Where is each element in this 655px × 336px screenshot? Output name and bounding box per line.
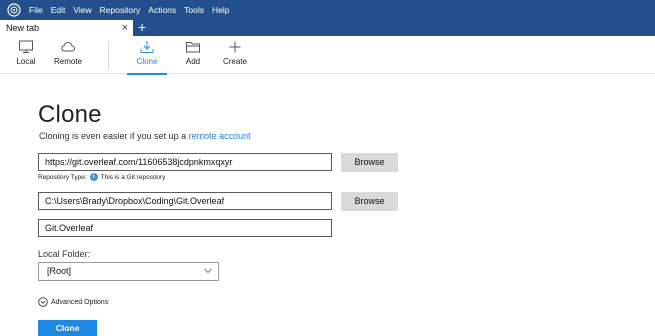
clone-button[interactable]: Clone [38,320,97,336]
menu-view[interactable]: View [73,0,91,20]
tab-strip: New tab × + [0,20,655,36]
menu-actions[interactable]: Actions [148,0,176,20]
repository-name-input[interactable]: Git.Overleaf [38,219,332,237]
menu-tools[interactable]: Tools [184,0,204,20]
local-folder-select[interactable]: [Root] [38,262,219,281]
download-icon [140,41,154,53]
toolbar-local-button[interactable]: Local [6,40,46,72]
active-tool-indicator [127,73,167,75]
toolbar: Local Remote Clone Add Create [0,36,655,74]
toolbar-clone-label: Clone [136,57,158,66]
tab-new-tab[interactable]: New tab × [0,20,133,36]
subtitle: Cloning is even easier if you set up a r… [39,131,251,141]
repository-type-label: Repository Type: [38,173,87,181]
expand-circle-icon [38,297,48,307]
repository-type: Repository Type: i This is a Git reposit… [38,173,165,181]
menu-edit[interactable]: Edit [51,0,66,20]
browse-source-button[interactable]: Browse [341,153,398,172]
toolbar-add-label: Add [185,57,201,66]
toolbar-add-button[interactable]: Add [173,40,213,72]
toolbar-clone-button[interactable]: Clone [127,40,167,72]
cloud-icon [61,42,75,52]
browse-destination-button[interactable]: Browse [341,192,398,211]
source-url-input[interactable]: https://git.overleaf.com/11606538jcdpnkm… [38,153,332,171]
advanced-options-toggle[interactable]: Advanced Options [38,297,108,307]
plus-icon [229,41,241,53]
toolbar-create-label: Create [222,57,247,66]
destination-path-input[interactable]: C:\Users\Brady\Dropbox\Coding\Git.Overle… [38,192,332,210]
toolbar-remote-label: Remote [53,57,82,66]
toolbar-remote-button[interactable]: Remote [48,40,88,72]
menu-help[interactable]: Help [212,0,229,20]
monitor-icon [19,40,33,53]
page-title: Clone [38,101,102,128]
local-folder-value: [Root] [47,266,72,276]
info-icon: i [89,173,98,181]
toolbar-create-button[interactable]: Create [215,40,255,72]
toolbar-local-label: Local [16,57,36,66]
folder-icon [186,42,200,53]
chevron-down-icon [204,268,212,274]
close-icon[interactable]: × [122,20,128,36]
toolbar-divider [108,41,109,69]
menu-bar: File Edit View Repository Actions Tools … [0,0,655,20]
remote-account-link[interactable]: remote account [189,131,251,141]
advanced-options-label: Advanced Options [51,298,109,306]
local-folder-label: Local Folder: [38,249,91,259]
subtitle-text: Cloning is even easier if you set up a [39,131,189,141]
app-logo-icon [7,3,21,17]
menu-file[interactable]: File [29,0,43,20]
menu-repository[interactable]: Repository [100,0,141,20]
add-tab-icon[interactable]: + [138,20,146,36]
repository-type-value: This is a Git repository [100,173,166,181]
tab-label: New tab [6,23,40,33]
